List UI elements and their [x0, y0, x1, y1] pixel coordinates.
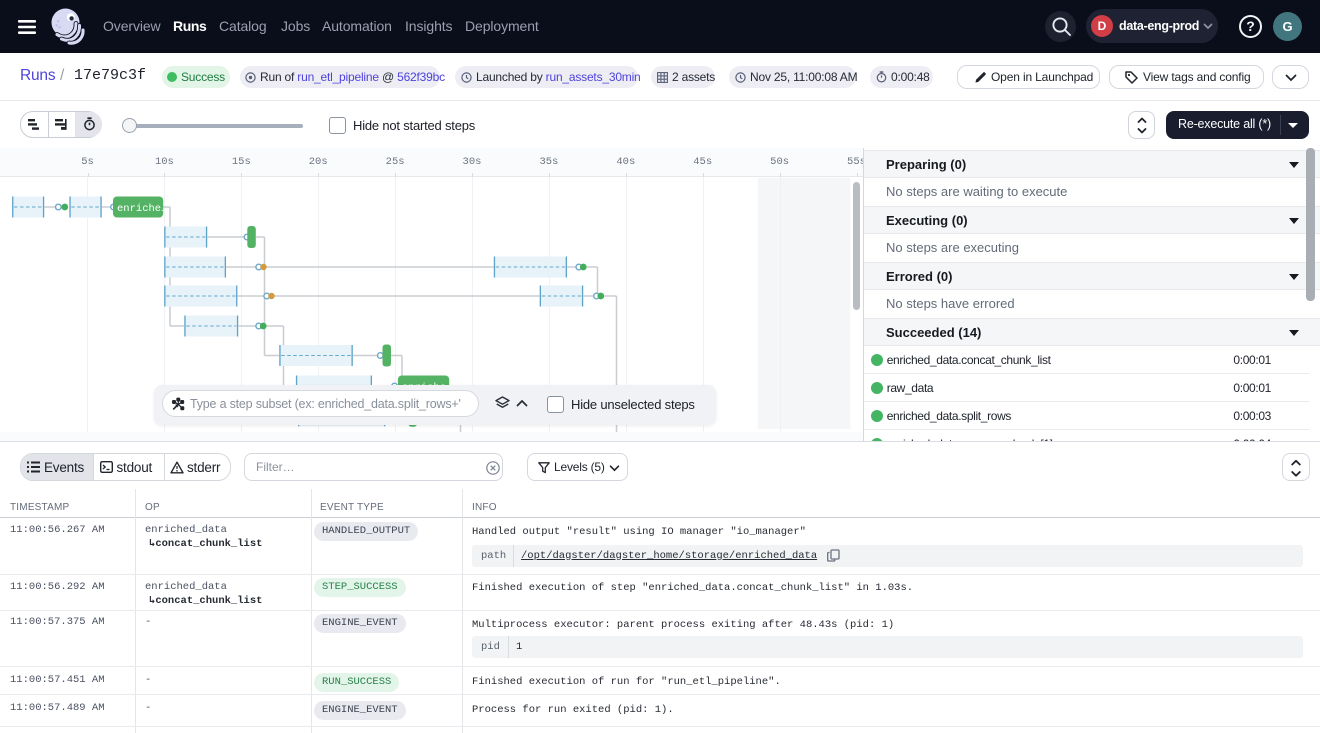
svg-text:enriche…: enriche… — [117, 203, 167, 215]
